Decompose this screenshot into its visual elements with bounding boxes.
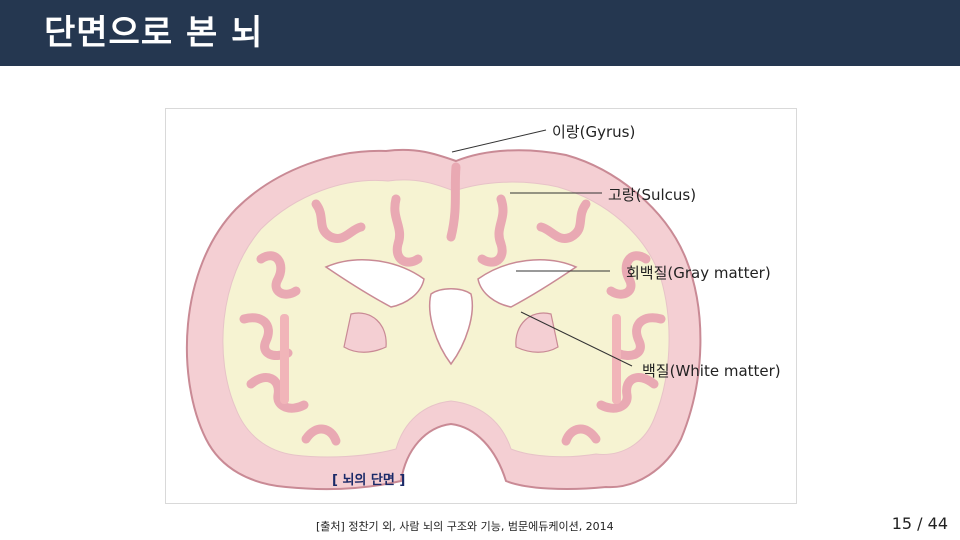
label-white-matter: 백질(White matter)	[642, 362, 781, 380]
page-number: 15 / 44	[891, 514, 948, 533]
figure-caption: [ 뇌의 단면 ]	[332, 473, 406, 488]
slide-title: 단면으로 본 뇌	[44, 13, 264, 53]
label-gyrus: 이랑(Gyrus)	[552, 123, 636, 141]
brain-figure: [ 뇌의 단면 ] 이랑(Gyrus) 고랑(Sulcus) 회백질(Gray …	[165, 108, 797, 504]
label-sulcus: 고랑(Sulcus)	[608, 186, 697, 204]
slide-header: 단면으로 본 뇌	[0, 0, 960, 66]
label-gray-matter: 회백질(Gray matter)	[626, 264, 771, 282]
source-citation: [출처] 정찬기 외, 사람 뇌의 구조와 기능, 범문에듀케이션, 2014	[316, 520, 614, 533]
brain-cross-section-illustration	[185, 129, 702, 490]
